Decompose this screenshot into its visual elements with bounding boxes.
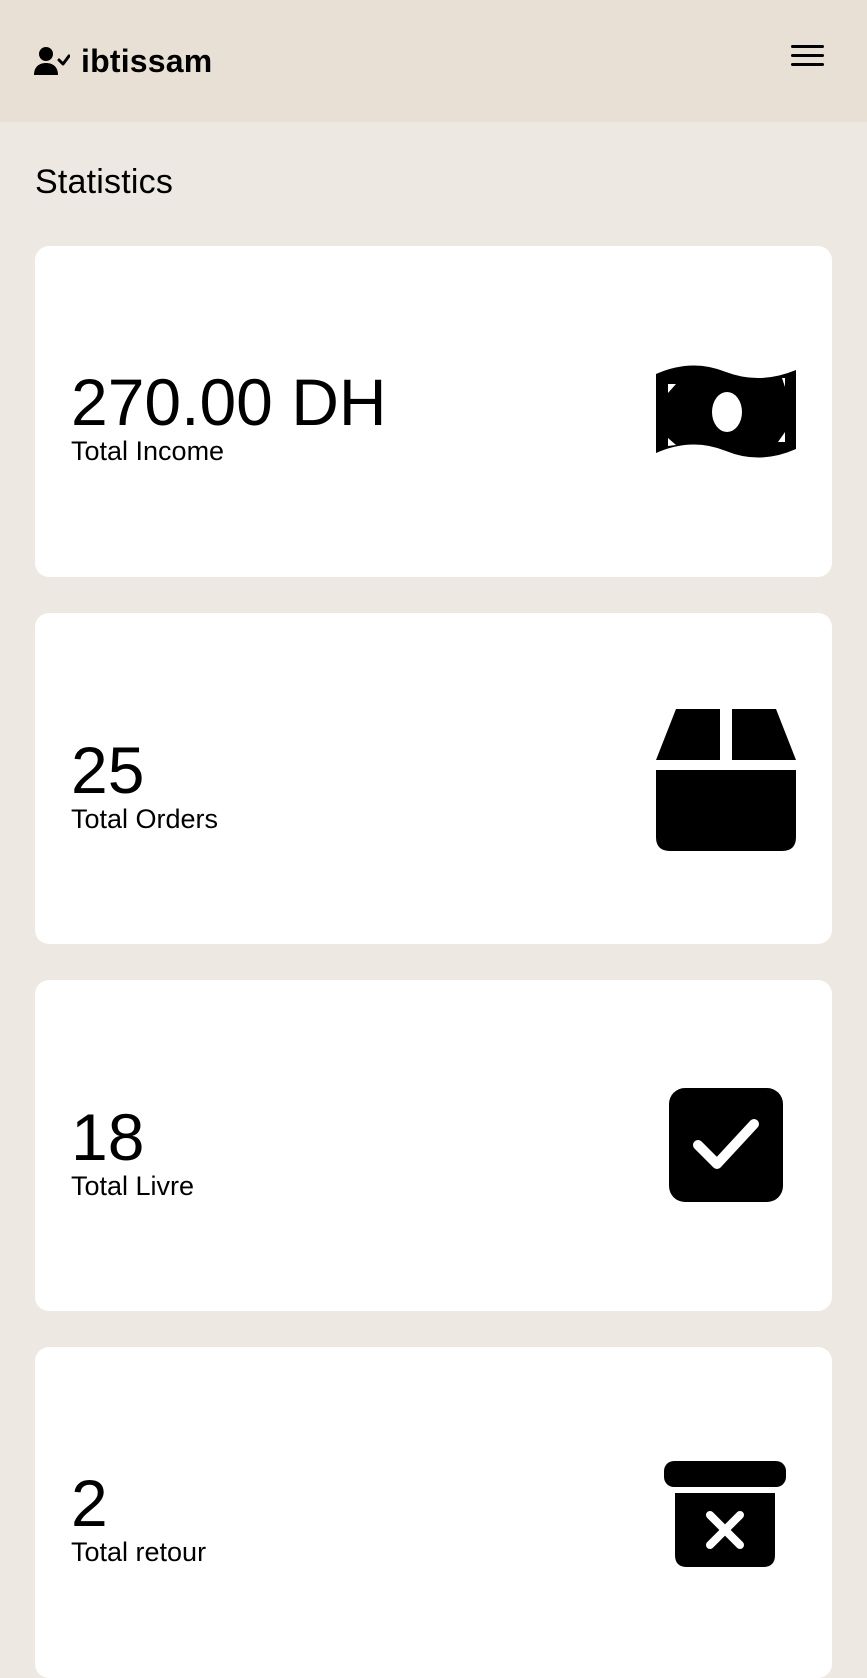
money-bill-icon xyxy=(654,360,798,468)
page-title: Statistics xyxy=(35,163,174,201)
stat-card-delivered: 18 Total Livre xyxy=(35,980,832,1311)
stat-label: Total Livre xyxy=(71,1171,195,1201)
user-check-icon xyxy=(34,46,71,76)
stat-value: 25 xyxy=(71,733,145,807)
stat-card-income: 270.00 DH Total Income xyxy=(35,246,832,577)
checkbox-icon xyxy=(668,1087,784,1208)
box-icon xyxy=(654,707,798,856)
hamburger-menu-icon[interactable] xyxy=(790,44,826,70)
stat-value: 18 xyxy=(71,1100,145,1174)
stat-label: Total Income xyxy=(71,436,225,466)
user-brand: ibtissam xyxy=(34,38,212,84)
stat-label: Total Orders xyxy=(71,804,219,834)
archive-x-icon xyxy=(662,1459,788,1574)
stat-value: 2 xyxy=(71,1466,108,1540)
user-name: ibtissam xyxy=(81,42,213,79)
app-header: ibtissam xyxy=(0,0,867,122)
stat-card-orders: 25 Total Orders xyxy=(35,613,832,944)
stat-label: Total retour xyxy=(71,1537,207,1567)
stat-value: 270.00 DH xyxy=(71,365,387,439)
stat-card-returns: 2 Total retour xyxy=(35,1347,832,1678)
